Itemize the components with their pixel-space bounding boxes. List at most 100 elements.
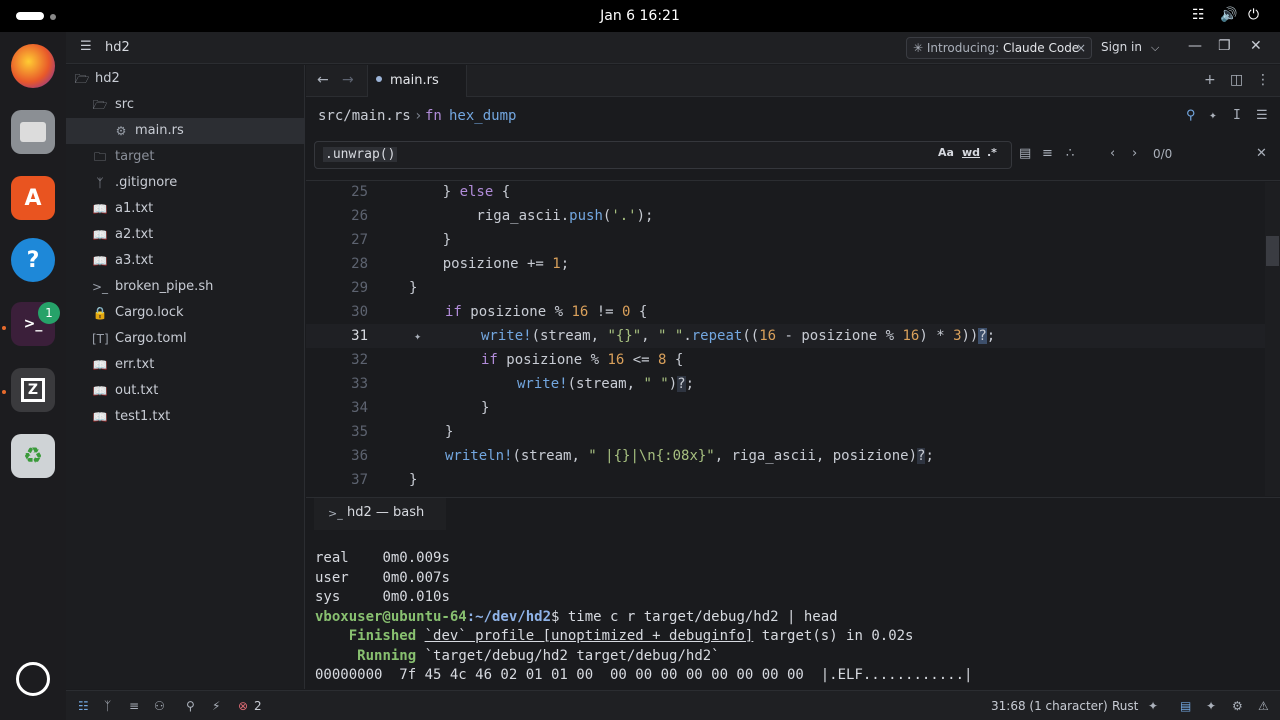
app-center-icon[interactable]: A bbox=[11, 176, 55, 220]
network-icon[interactable]: ☷ bbox=[1192, 7, 1205, 23]
tree-item-root[interactable]: 🗁 hd2 bbox=[66, 66, 305, 92]
announcement-banner[interactable]: ✳ Introducing: Claude Code × bbox=[906, 37, 1092, 59]
assistant-panel-icon[interactable]: ✦ bbox=[1206, 699, 1216, 713]
settings-sliders-icon[interactable]: ☰ bbox=[1256, 108, 1268, 123]
code-line: 25 } else { bbox=[351, 184, 511, 200]
volume-icon[interactable]: 🔊 bbox=[1220, 7, 1237, 23]
regex-toggle[interactable]: .* bbox=[987, 146, 997, 159]
edit-prediction-icon[interactable]: ✦ bbox=[1148, 699, 1158, 713]
close-icon[interactable]: × bbox=[1076, 41, 1086, 55]
collab-icon[interactable]: ⚇ bbox=[154, 699, 165, 713]
maximize-icon[interactable]: ❐ bbox=[1218, 38, 1231, 54]
back-arrow-icon[interactable]: ← bbox=[317, 72, 329, 88]
terminal-badge: 1 bbox=[38, 302, 60, 324]
debug-icon[interactable]: ⚙ bbox=[1232, 699, 1243, 713]
breadcrumb[interactable]: src/main.rs › fn hex_dump ⚲ ✦ I ☰ bbox=[306, 98, 1280, 136]
tree-item-out[interactable]: 📖 out.txt bbox=[66, 378, 305, 404]
case-sensitive-toggle[interactable]: Aa bbox=[938, 146, 954, 159]
book-icon: 📖 bbox=[92, 228, 108, 242]
tree-item-broken-pipe[interactable]: >_ broken_pipe.sh bbox=[66, 274, 305, 300]
code-editor[interactable]: 25 } else { 26 riga_ascii.push('.'); 27 … bbox=[306, 182, 1280, 496]
tree-item-cargo-toml[interactable]: [T] Cargo.toml bbox=[66, 326, 305, 352]
more-icon[interactable]: ⋮ bbox=[1256, 72, 1270, 88]
clock[interactable]: Jan 6 16:21 bbox=[0, 8, 1280, 24]
firefox-icon[interactable] bbox=[11, 44, 55, 88]
terminal-toggle-icon[interactable]: ▤ bbox=[1180, 699, 1191, 713]
tree-item-a3[interactable]: 📖 a3.txt bbox=[66, 248, 305, 274]
search-input[interactable]: .unwrap() bbox=[314, 141, 1012, 169]
outline-icon[interactable]: ≡ bbox=[129, 699, 139, 713]
terminal-line: Finished `dev` profile [unoptimized + de… bbox=[348, 628, 914, 644]
book-icon: 📖 bbox=[92, 202, 108, 216]
tree-item-test1[interactable]: 📖 test1.txt bbox=[66, 404, 305, 430]
tree-item-cargo-lock[interactable]: 🔒 Cargo.lock bbox=[66, 300, 305, 326]
dock: A ? >_ 1 Z ♻ bbox=[0, 32, 66, 720]
notice-prefix: Introducing: bbox=[926, 41, 1000, 55]
tree-item-src[interactable]: 🗁 src bbox=[66, 92, 305, 118]
assistant-icon[interactable]: ✦ bbox=[1209, 108, 1217, 123]
git-branch-icon[interactable]: ᛉ bbox=[104, 699, 111, 713]
error-count[interactable]: 2 bbox=[254, 699, 262, 713]
power-icon[interactable]: ⏻ bbox=[1248, 7, 1259, 23]
project-panel: 🗁 hd2 🗁 src ⚙ main.rs 🗀 target ᛉ .gitignore 📖… bbox=[66, 65, 305, 689]
tab-terminal[interactable]: >_ hd2 — bash bbox=[314, 498, 446, 530]
minimize-icon[interactable]: — bbox=[1188, 38, 1202, 54]
language-selector[interactable]: Rust bbox=[1112, 699, 1138, 713]
plus-icon[interactable]: + bbox=[1204, 72, 1216, 88]
notification-bell-icon[interactable]: ⚠ bbox=[1258, 699, 1269, 713]
previous-match-icon[interactable]: ‹ bbox=[1110, 146, 1115, 161]
show-apps-icon[interactable] bbox=[16, 662, 50, 696]
lightning-icon[interactable]: ⚡ bbox=[212, 699, 220, 713]
project-title[interactable]: hd2 bbox=[105, 40, 130, 55]
menu-icon[interactable]: ☰ bbox=[80, 39, 92, 54]
chevron-down-icon[interactable]: ⌵ bbox=[1151, 41, 1159, 55]
breadcrumb-sep: › bbox=[414, 108, 423, 124]
forward-arrow-icon[interactable]: → bbox=[342, 72, 354, 88]
search-in-selection-icon[interactable]: ▤ bbox=[1019, 146, 1031, 161]
tab-main-rs[interactable]: main.rs bbox=[367, 65, 467, 97]
window-close-icon[interactable]: ✕ bbox=[1250, 38, 1262, 54]
split-pane-icon[interactable]: ◫ bbox=[1230, 72, 1243, 88]
code-line: 28 posizione += 1; bbox=[351, 256, 570, 272]
sign-in-button[interactable]: Sign in bbox=[1101, 40, 1142, 54]
editor-scrollbar[interactable] bbox=[1265, 182, 1280, 496]
code-line: 27 } bbox=[351, 232, 452, 248]
book-icon: 📖 bbox=[92, 254, 108, 268]
files-icon[interactable] bbox=[11, 110, 55, 154]
toml-icon: [T] bbox=[92, 332, 109, 346]
code-action-icon[interactable]: ✦ bbox=[414, 324, 421, 348]
terminal-line: user 0m0.007s bbox=[315, 570, 450, 586]
find-bar: .unwrap() Aa wd .* ▤ ≡ ∴ ‹ › 0/0 ✕ bbox=[306, 137, 1280, 181]
terminal-line: real 0m0.009s bbox=[315, 550, 450, 566]
close-find-icon[interactable]: ✕ bbox=[1256, 146, 1267, 161]
zed-icon[interactable]: Z bbox=[11, 368, 55, 412]
tree-item-err[interactable]: 📖 err.txt bbox=[66, 352, 305, 378]
tree-item-a1[interactable]: 📖 a1.txt bbox=[66, 196, 305, 222]
trash-icon[interactable]: ♻ bbox=[11, 434, 55, 478]
project-panel-icon[interactable]: ☷ bbox=[78, 699, 89, 713]
tree-item-main-rs[interactable]: ⚙ main.rs bbox=[66, 118, 305, 144]
terminal-panel[interactable]: >_ hd2 — bash real 0m0.009s user 0m0.007… bbox=[306, 497, 1280, 689]
tree-item-a2[interactable]: 📖 a2.txt bbox=[66, 222, 305, 248]
rust-file-icon: ⚙ bbox=[115, 124, 127, 138]
cursor-icon[interactable]: I bbox=[1233, 108, 1241, 123]
replace-icon[interactable]: ≡ bbox=[1042, 146, 1053, 161]
search-icon[interactable]: ⚲ bbox=[186, 699, 195, 713]
next-match-icon[interactable]: › bbox=[1132, 146, 1137, 161]
help-icon[interactable]: ? bbox=[11, 238, 55, 282]
select-all-matches-icon[interactable]: ∴ bbox=[1066, 146, 1074, 161]
sparkle-icon: ✳ bbox=[913, 41, 927, 55]
code-line: 33 write!(stream, " ")?; bbox=[351, 376, 695, 392]
book-icon: 📖 bbox=[92, 410, 108, 424]
editor-tab-bar: ← → main.rs + ◫ ⋮ bbox=[306, 65, 1280, 97]
code-line: 26 riga_ascii.push('.'); bbox=[351, 208, 654, 224]
book-icon: 📖 bbox=[92, 358, 108, 372]
scrollbar-thumb[interactable] bbox=[1266, 236, 1279, 266]
cursor-position[interactable]: 31:68 (1 character) bbox=[991, 699, 1108, 713]
error-icon[interactable]: ⊗ bbox=[238, 699, 248, 713]
code-line: 34} bbox=[351, 400, 490, 416]
tree-item-target[interactable]: 🗀 target bbox=[66, 144, 305, 170]
tree-item-gitignore[interactable]: ᛉ .gitignore bbox=[66, 170, 305, 196]
whole-word-toggle[interactable]: wd bbox=[962, 146, 980, 159]
search-icon[interactable]: ⚲ bbox=[1186, 108, 1196, 123]
